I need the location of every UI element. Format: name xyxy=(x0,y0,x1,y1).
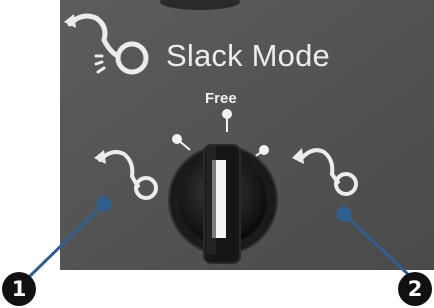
panel-title: Slack Mode xyxy=(166,38,330,73)
callout-badge-1: 1 xyxy=(2,272,36,306)
callout-badge-2: 2 xyxy=(398,272,432,306)
slack-mode-photo: Slack Mode Free 1 2 xyxy=(0,0,434,308)
dial-label-free: Free xyxy=(205,90,237,107)
